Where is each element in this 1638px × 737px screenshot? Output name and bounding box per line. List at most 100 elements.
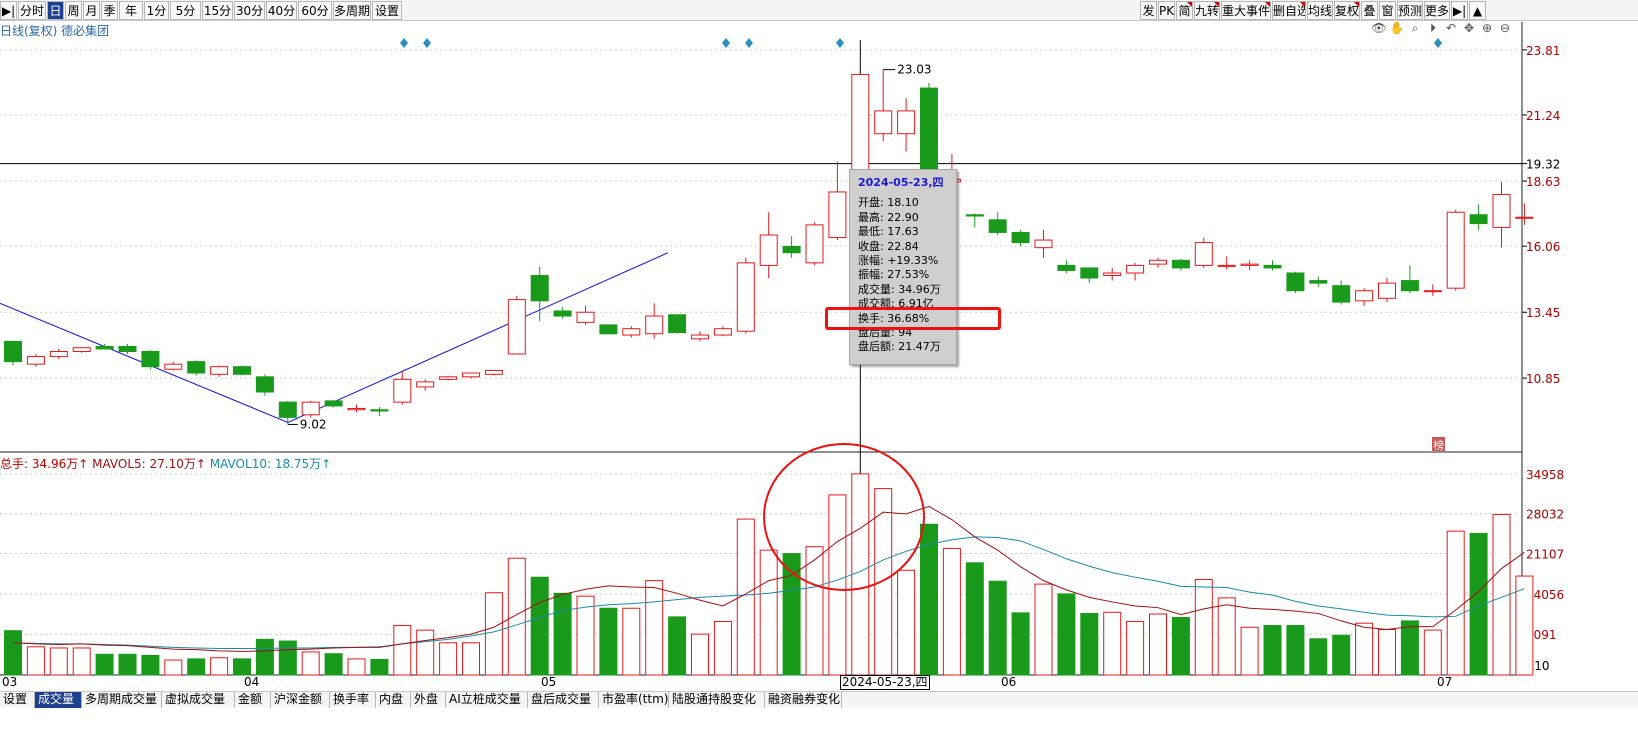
indicator-tab[interactable]: 盘后成交量 <box>528 692 599 708</box>
toolbar-jian-button[interactable]: 简 <box>1176 1 1193 20</box>
indicator-tab[interactable]: AI立桩成交量 <box>446 692 528 708</box>
volume-highlight-circle <box>763 443 925 591</box>
indicator-tab[interactable]: 外盘 <box>411 692 446 708</box>
indicator-tab[interactable]: 设置 <box>0 692 35 708</box>
volume-bar <box>988 580 1007 676</box>
indicator-tab[interactable]: 虚拟成交量 <box>162 692 235 708</box>
toolbar-30fen-button[interactable]: 30分 <box>234 1 265 20</box>
volume-bar <box>141 654 160 676</box>
volume-bar <box>1263 625 1282 676</box>
toolbar-fuquan-button[interactable]: 复权 <box>1334 1 1360 20</box>
toolbar-ji-button[interactable]: 季 <box>101 1 118 20</box>
indicator-tab[interactable]: 沪深金额 <box>271 692 330 708</box>
candle-info-tooltip: 2024-05-23,四 开盘: 18.10 最高: 22.90 最低: 17.63… <box>849 169 957 365</box>
indicator-tab[interactable]: 金额 <box>235 692 271 708</box>
candle-body <box>507 299 526 355</box>
candle-body <box>1149 259 1167 265</box>
volume-bar <box>1400 620 1419 676</box>
indicator-tab[interactable]: 换手率 <box>330 692 376 708</box>
toolbar-jiuzhuan-button[interactable]: 九转 <box>1194 1 1220 20</box>
toolbar-nav-button[interactable]: ▶| <box>0 1 17 20</box>
volume-bar <box>1309 638 1328 676</box>
volume-total: 总手: 34.96万↑ <box>0 457 89 471</box>
candle-body <box>141 350 160 368</box>
candle-body <box>1492 193 1511 228</box>
candle-body <box>897 110 916 135</box>
candle-body <box>1515 216 1534 219</box>
toolbar-40fen-button[interactable]: 40分 <box>266 1 297 20</box>
candle-body <box>645 315 664 335</box>
candle-body <box>1423 290 1442 293</box>
toolbar-die-button[interactable]: 叠 <box>1361 1 1378 20</box>
volume-bar <box>49 647 68 676</box>
candle-body <box>95 345 114 350</box>
event-marker-icon <box>836 38 844 48</box>
indicator-tab[interactable]: 融资融券变化 <box>765 692 842 708</box>
candle-body <box>874 110 893 135</box>
toolbar-zhongda-button[interactable]: 重大事件 <box>1221 1 1271 20</box>
volume-bar <box>164 659 183 676</box>
toolbar-60fen-button[interactable]: 60分 <box>298 1 332 20</box>
toolbar-5fen-button[interactable]: 5分 <box>170 1 201 20</box>
volume-bar <box>668 616 687 676</box>
volume-bar <box>1034 583 1053 676</box>
candle-body <box>1103 272 1122 277</box>
toolbar-zixuan-button[interactable]: 删自选 <box>1272 1 1306 20</box>
candle-body <box>118 345 137 352</box>
volume-bar <box>255 638 274 676</box>
tooltip-row: 振幅: 27.53% <box>858 268 930 282</box>
toolbar-chuang-button[interactable]: 窗 <box>1379 1 1396 20</box>
toolbar-gengduo-button[interactable]: 更多 <box>1424 1 1450 20</box>
candle-body <box>736 262 755 332</box>
toolbar-zhou-button[interactable]: 周 <box>65 1 82 20</box>
event-marker-icon <box>722 38 730 48</box>
indicator-tab[interactable]: 市盈率(ttm) <box>599 692 669 708</box>
indicator-tab[interactable]: 内盘 <box>376 692 411 708</box>
toolbar-yue-button[interactable]: 月 <box>83 1 100 20</box>
volume-bar <box>920 523 938 676</box>
volume-bar <box>484 592 503 676</box>
indicator-tab[interactable]: 成交量 <box>35 692 82 708</box>
candle-body <box>439 376 458 380</box>
candle-body <box>599 324 618 335</box>
candle-body <box>691 334 709 340</box>
toolbar-ri-button[interactable]: 日 <box>47 1 64 20</box>
toolbar-yuce-button[interactable]: 预测 <box>1397 1 1423 20</box>
turnover-highlight-box <box>825 307 1001 330</box>
volume-bar <box>1240 626 1259 676</box>
volume-legend: 总手: 34.96万↑ MAVOL5: 27.10万↑ MAVOL10: 18.… <box>0 455 331 472</box>
tooltip-row: 开盘: 18.10 <box>858 196 919 210</box>
toolbar-duozhouqi-button[interactable]: 多周期 <box>333 1 371 20</box>
toolbar-junxian-button[interactable]: 均线 <box>1307 1 1333 20</box>
price-tick-label: 19.32 <box>1526 158 1560 172</box>
candle-body <box>1011 231 1030 244</box>
tooltip-row: 最高: 22.90 <box>858 210 919 224</box>
toolbar-pk-label: PK <box>1159 4 1175 18</box>
toolbar-pk-button[interactable]: PK <box>1158 1 1175 20</box>
x-axis-label: 07 <box>1437 675 1453 689</box>
indicator-tab[interactable]: 多周期成交量 <box>82 692 162 708</box>
toolbar-fa-button[interactable]: 发 <box>1140 1 1157 20</box>
volume-bar <box>278 640 297 676</box>
volume-bar <box>4 630 22 676</box>
candle-body <box>1378 282 1396 299</box>
volume-bar <box>553 592 572 676</box>
kline-chart[interactable]: 23.81 21.24 19.32 18.63 16.06 13.45 10.85 34958… <box>0 22 1638 692</box>
candle-body <box>1034 239 1053 249</box>
x-axis-label: 04 <box>244 675 260 689</box>
toolbar-fenshi-button[interactable]: 分时 <box>18 1 46 20</box>
toolbar-15fen-button[interactable]: 15分 <box>202 1 233 20</box>
candle-body <box>622 328 641 336</box>
toolbar-shezhi-button[interactable]: 设置 <box>372 1 402 20</box>
toolbar-up-button[interactable]: ▲ <box>1469 1 1486 20</box>
toolbar-1fen-button[interactable]: 1分 <box>144 1 169 20</box>
toolbar-arrow-button[interactable]: ▶| <box>1451 1 1468 20</box>
candle-body <box>1194 242 1213 266</box>
candle-body <box>393 378 412 403</box>
toolbar-nian-button[interactable]: 年 <box>119 1 143 20</box>
candle-body <box>233 366 251 375</box>
toolbar-arrow-label: ▶| <box>1452 4 1467 18</box>
volume-bar <box>210 657 229 676</box>
tooltip-row: 盘后额: 21.47万 <box>858 340 941 354</box>
indicator-tab[interactable]: 陆股通持股变化 <box>669 692 765 708</box>
